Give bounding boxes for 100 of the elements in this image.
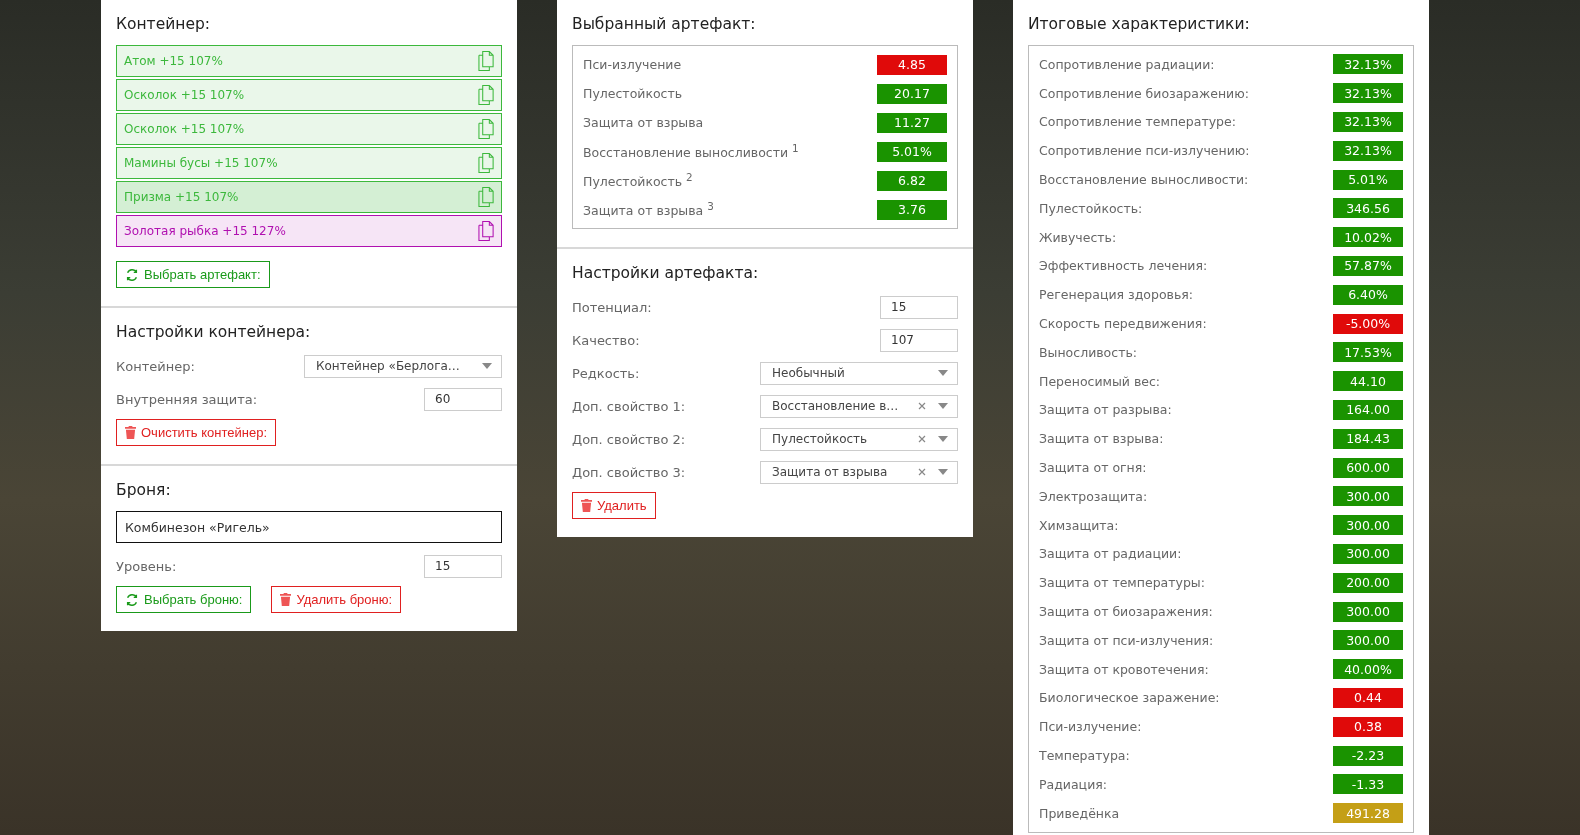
stat-value: 3.76 [877, 199, 947, 220]
select-artifact-button[interactable]: Выбрать артефакт: [116, 261, 270, 288]
field-label: Доп. свойство 1: [572, 398, 686, 414]
stat-label: Живучесть: [1039, 229, 1117, 245]
stat-value: 300.00 [1333, 601, 1403, 622]
stat-label: Пси-излучение [583, 57, 682, 72]
copy-icon[interactable] [478, 50, 495, 72]
clear-icon[interactable] [918, 435, 926, 443]
stat-value: 184.43 [1333, 428, 1403, 449]
stat-label: Пулестойкость $^{2}$ [583, 171, 693, 190]
section-title: Выбранный артефакт: [572, 15, 757, 33]
stat-value: 300.00 [1333, 515, 1403, 536]
select-field[interactable]: Защита от взрыва [760, 460, 958, 484]
stat-value: 11.27 [877, 112, 947, 133]
stat-label: Эффективность лечения: [1039, 258, 1208, 274]
stat-value: 491.28 [1333, 803, 1403, 824]
stat-label: Защита от взрыва $^{3}$ [583, 200, 714, 219]
stat-label: Электрозащита: [1039, 488, 1148, 504]
stat-label: Сопротивление радиации: [1039, 56, 1215, 72]
section-title: Настройки артефакта: [572, 264, 760, 282]
input-field[interactable]: 15 [424, 554, 502, 578]
stat-label: Химзащита: [1039, 517, 1119, 533]
select-field[interactable]: Пулестойкость [760, 427, 958, 451]
stat-value: 6.82 [877, 170, 947, 191]
field-label: Потенциал: [572, 299, 652, 315]
trash-icon [280, 593, 292, 606]
stat-value: 5.01% [1333, 169, 1403, 190]
stat-value: 32.13% [1333, 54, 1403, 75]
stat-label: Защита от кровотечения: [1039, 661, 1209, 677]
trash-icon [581, 499, 592, 512]
stat-label: Температура: [1039, 748, 1130, 763]
field-label: Внутренняя защита: [116, 391, 258, 407]
stat-label: Защита от разрыва: [1039, 402, 1172, 418]
stat-label: Регенерация здоровья: [1039, 287, 1194, 303]
refresh-icon [125, 592, 139, 607]
stat-value: 346.56 [1333, 198, 1403, 219]
stat-label: Сопротивление пси-излучению: [1039, 143, 1250, 159]
stat-label: Пулестойкость [583, 86, 683, 101]
stat-value: -1.33 [1333, 774, 1403, 795]
stat-value: 32.13% [1333, 83, 1403, 104]
stat-label: Пулестойкость: [1039, 200, 1143, 216]
delete-armor-button[interactable]: Удалить броню: [271, 586, 402, 613]
stat-label: Биологическое заражение: [1039, 690, 1220, 706]
copy-icon[interactable] [478, 152, 495, 174]
stat-value: 44.10 [1333, 371, 1403, 392]
field-label: Редкость: [572, 365, 640, 381]
dropdown-caret-icon [482, 363, 492, 369]
stat-label: Защита от взрыва: [1039, 431, 1164, 447]
stat-label: Сопротивление биозаражению: [1039, 85, 1249, 101]
stat-label: Защита от взрыва [583, 115, 704, 130]
armor-name-field[interactable]: Комбинезон «Ригель» [116, 511, 502, 543]
stat-label: Сопротивление температуре: [1039, 114, 1236, 130]
artifact-item[interactable]: Золотая рыбка +15 127% [116, 215, 502, 247]
stat-label: Защита от радиации: [1039, 546, 1182, 562]
stat-value: 200.00 [1333, 572, 1403, 593]
copy-icon[interactable] [478, 220, 495, 242]
stat-value: 600.00 [1333, 457, 1403, 478]
input-field[interactable]: 107 [880, 328, 958, 352]
trash-icon [125, 426, 136, 439]
select-field[interactable]: Восстановление в… [760, 394, 958, 418]
field-label: Доп. свойство 2: [572, 431, 686, 447]
stat-value: 5.01% [877, 141, 947, 162]
stat-label: Радиация: [1039, 776, 1107, 792]
copy-icon[interactable] [478, 186, 495, 208]
refresh-icon [125, 267, 139, 282]
stat-value: 300.00 [1333, 543, 1403, 564]
clear-icon[interactable] [918, 402, 926, 410]
field-label: Доп. свойство 3: [572, 464, 686, 480]
stat-value: 4.85 [877, 54, 947, 75]
field-label: Уровень: [116, 558, 177, 574]
select-field[interactable]: Необычный [760, 361, 958, 385]
dropdown-caret-icon [938, 436, 948, 442]
stat-label: Приведёнка [1039, 805, 1120, 821]
stat-value: 57.87% [1333, 255, 1403, 276]
dropdown-caret-icon [938, 403, 948, 409]
stat-value: 17.53% [1333, 342, 1403, 363]
stat-label: Восстановление выносливости: [1039, 172, 1249, 188]
stat-label: Защита от огня: [1039, 460, 1147, 476]
clear-container-button[interactable]: Очистить контейнер: [116, 419, 276, 446]
stat-label: Скорость передвижения: [1039, 316, 1207, 332]
stat-value: 32.13% [1333, 112, 1403, 132]
stat-value: 300.00 [1333, 486, 1403, 507]
stat-value: 0.44 [1333, 687, 1403, 708]
select-field[interactable]: Контейнер «Берлога… [304, 354, 502, 378]
copy-icon[interactable] [478, 84, 495, 106]
stat-value: 6.40% [1333, 284, 1403, 305]
copy-icon[interactable] [478, 118, 495, 140]
delete-button[interactable]: Удалить [572, 492, 656, 519]
stat-value: -5.00% [1333, 313, 1403, 334]
select-armor-button[interactable]: Выбрать броню: [116, 586, 252, 613]
stat-label: Защита от пси-излучения: [1039, 632, 1214, 648]
section-title: Броня: [116, 481, 172, 499]
dropdown-caret-icon [938, 469, 948, 475]
input-field[interactable]: 60 [424, 387, 502, 411]
input-field[interactable]: 15 [880, 295, 958, 319]
stat-label: Выносливость: [1039, 344, 1137, 360]
clear-icon[interactable] [918, 468, 926, 476]
stat-value: 20.17 [877, 83, 947, 104]
field-label: Качество: [572, 332, 640, 348]
stat-value: 164.00 [1333, 399, 1403, 420]
